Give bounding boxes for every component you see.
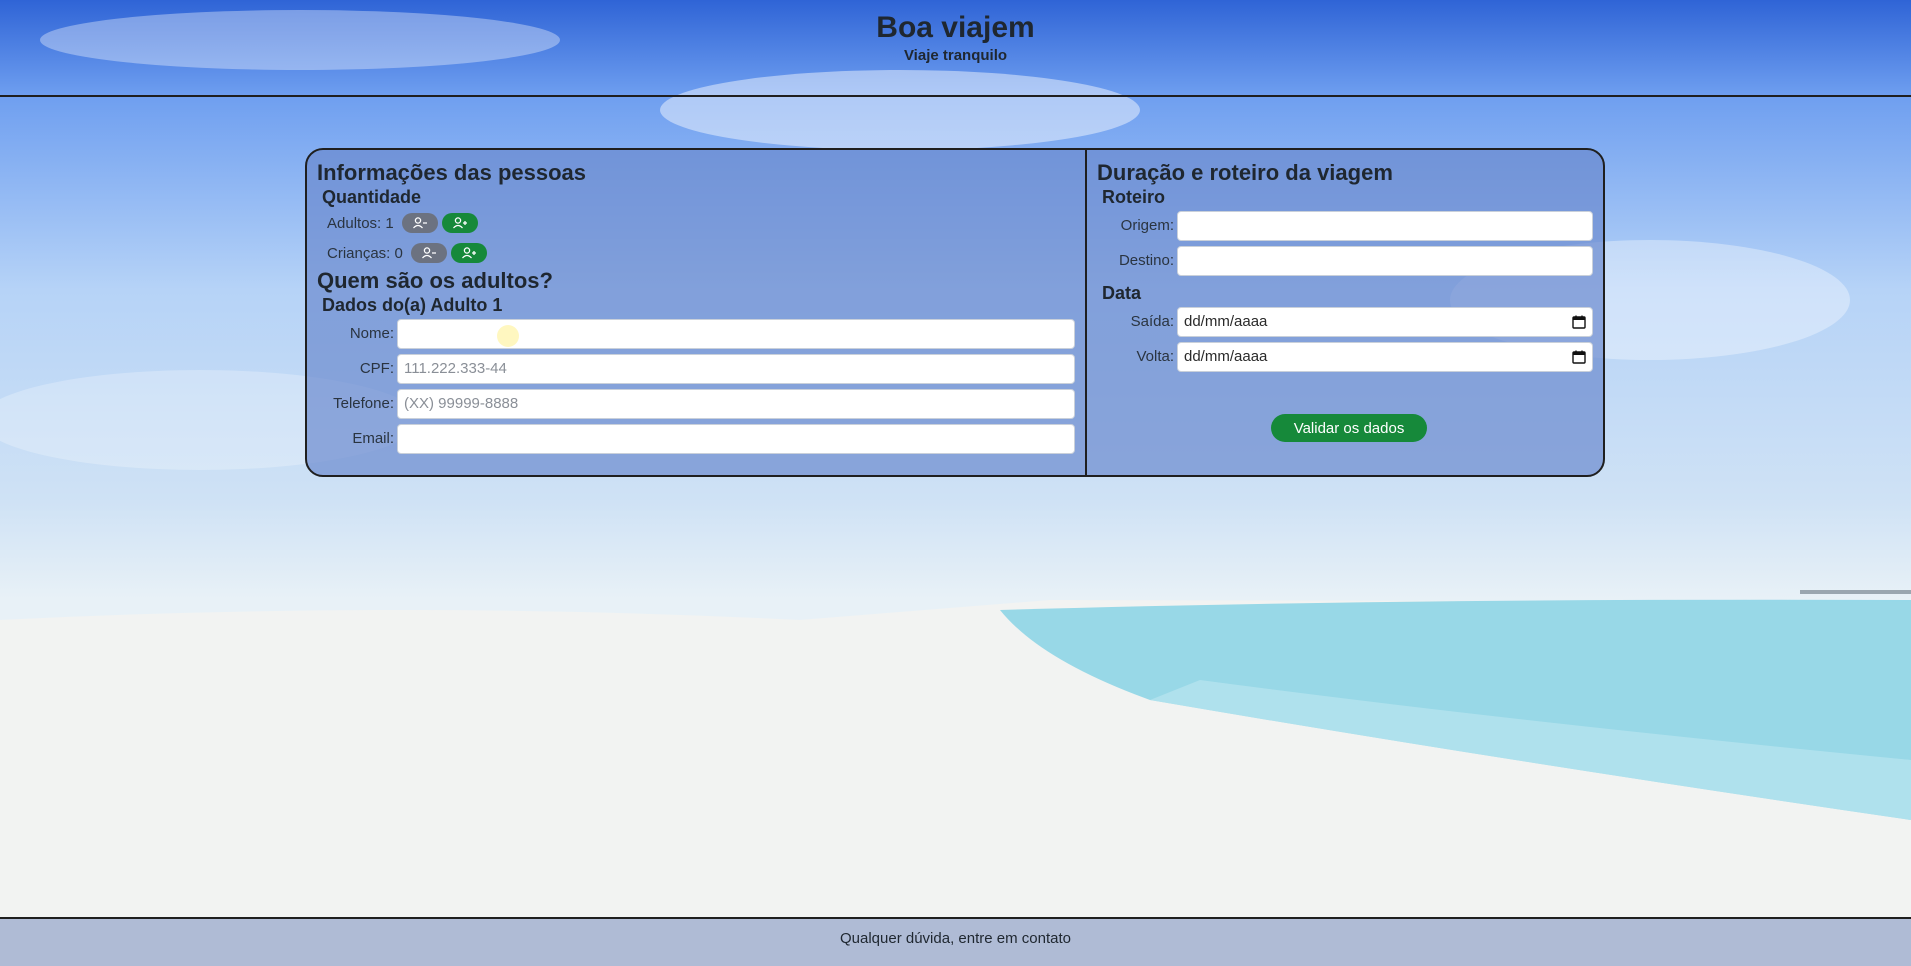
text-cursor-indicator	[497, 325, 519, 347]
return-date-value: dd/mm/aaaa	[1184, 347, 1268, 365]
phone-row: Telefone: (XX) 99999-8888	[317, 386, 1075, 421]
site-footer: Qualquer dúvida, entre em contato	[0, 917, 1911, 966]
cpf-row: CPF: 111.222.333-44	[317, 351, 1075, 386]
cpf-input[interactable]: 111.222.333-44	[397, 353, 1075, 384]
adults-row: Adultos: 1	[327, 208, 1075, 238]
departure-label: Saída:	[1130, 313, 1174, 330]
quantity-heading: Quantidade	[322, 187, 422, 207]
email-input[interactable]	[397, 423, 1075, 454]
name-row: Nome:	[317, 316, 1075, 351]
calendar-icon[interactable]	[1572, 315, 1586, 329]
destination-input[interactable]	[1177, 245, 1593, 276]
beach-background	[0, 10, 1911, 966]
phone-placeholder: (XX) 99999-8888	[404, 394, 519, 412]
return-row: Volta: dd/mm/aaaa	[1097, 339, 1593, 374]
add-child-button[interactable]	[450, 243, 487, 263]
departure-date-value: dd/mm/aaaa	[1184, 312, 1268, 330]
user-minus-icon	[412, 217, 427, 229]
phone-label: Telefone:	[333, 395, 394, 412]
origin-label: Origem:	[1120, 217, 1174, 234]
children-count: Crianças: 0	[327, 244, 403, 262]
cpf-label: CPF:	[359, 360, 394, 377]
email-label: Email:	[352, 430, 394, 447]
phone-input[interactable]: (XX) 99999-8888	[397, 388, 1075, 419]
destination-row: Destino:	[1097, 243, 1593, 278]
origin-input[interactable]	[1177, 210, 1593, 241]
destination-label: Destino:	[1118, 252, 1174, 269]
remove-adult-button[interactable]	[401, 213, 438, 233]
departure-row: Saída: dd/mm/aaaa	[1097, 304, 1593, 339]
cpf-placeholder: 111.222.333-44	[404, 359, 507, 377]
adult-1-heading: Dados do(a) Adulto 1	[322, 295, 503, 315]
departure-date-input[interactable]: dd/mm/aaaa	[1177, 306, 1593, 337]
remove-child-button[interactable]	[410, 243, 447, 263]
origin-row: Origem:	[1097, 208, 1593, 243]
user-plus-icon	[452, 217, 467, 229]
validate-button[interactable]: Validar os dados	[1271, 414, 1427, 442]
calendar-icon[interactable]	[1572, 350, 1586, 364]
name-label: Nome:	[349, 325, 394, 342]
people-title: Informações das pessoas	[317, 160, 587, 185]
user-minus-icon	[421, 247, 436, 259]
site-header: Boa viajem Viaje tranquilo	[0, 0, 1911, 97]
user-plus-icon	[461, 247, 476, 259]
site-title: Boa viajem	[876, 11, 1035, 44]
return-label: Volta:	[1136, 348, 1174, 365]
site-subtitle: Viaje tranquilo	[903, 47, 1008, 64]
route-heading: Roteiro	[1102, 187, 1165, 207]
travel-form: Informações das pessoas Quantidade Adult…	[305, 148, 1605, 477]
add-adult-button[interactable]	[441, 213, 478, 233]
date-heading: Data	[1102, 283, 1142, 303]
adults-count: Adultos: 1	[327, 214, 394, 232]
trip-title: Duração e roteiro da viagem	[1097, 160, 1393, 185]
footer-contact-text: Qualquer dúvida, entre em contato	[840, 930, 1071, 947]
trip-section: Duração e roteiro da viagem Roteiro Orig…	[1087, 150, 1603, 475]
adults-question: Quem são os adultos?	[317, 268, 553, 293]
return-date-input[interactable]: dd/mm/aaaa	[1177, 341, 1593, 372]
email-row: Email:	[317, 421, 1075, 456]
people-section: Informações das pessoas Quantidade Adult…	[307, 150, 1087, 475]
children-row: Crianças: 0	[327, 238, 1075, 268]
